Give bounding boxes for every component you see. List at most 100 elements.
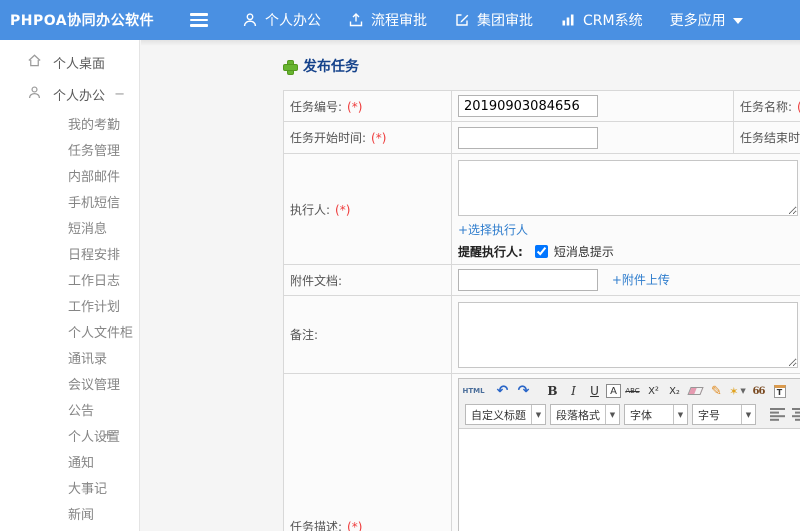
sidebar-item-label: 大事记 <box>68 481 108 497</box>
nav-group-approval[interactable]: 集团审批 <box>454 10 533 30</box>
subscript-button[interactable]: X₂ <box>665 382 684 400</box>
task-number-label-cell: 任务编号: (*) <box>283 90 452 122</box>
font-dialog-button[interactable]: A <box>606 384 621 398</box>
sidebar-item-short-message[interactable]: 短消息 <box>0 214 139 240</box>
eraser-icon <box>687 387 704 395</box>
select-label: 段落格式 <box>556 408 600 422</box>
sidebar-item-label: 通讯录 <box>68 351 108 367</box>
remove-format-button[interactable] <box>686 382 705 400</box>
paste-from-word-button[interactable]: T <box>770 382 789 400</box>
nav-personal-office[interactable]: 个人办公 <box>242 10 321 30</box>
sidebar-item-announcements[interactable]: 公告 <box>0 396 139 422</box>
undo-icon[interactable]: ↶ <box>493 382 512 400</box>
start-time-cell <box>451 121 734 154</box>
remark-label: 备注: <box>290 328 319 342</box>
user-icon <box>27 85 42 104</box>
sidebar-item-news[interactable]: 新闻 <box>0 500 139 526</box>
sidebar-item-personal-settings[interactable]: 个人设置 + <box>0 422 139 448</box>
executor-textarea[interactable] <box>458 160 798 216</box>
remark-textarea[interactable] <box>458 301 798 368</box>
font-family-select[interactable]: 字体 ▼ <box>624 404 688 425</box>
select-label: 字号 <box>698 408 720 422</box>
task-number-label: 任务编号: <box>290 99 343 114</box>
description-editor-cell: HTML ↶ ↷ B I U A ABC X² X₂ ✎ ✶ ▼ 66 T 自定… <box>451 373 800 531</box>
executor-cell: +选择执行人 提醒执行人: 短消息提示 <box>451 153 800 265</box>
description-label-cell: 任务描述: (*) <box>283 373 452 531</box>
strikethrough-button[interactable]: ABC <box>623 382 642 400</box>
nav-label: 集团审批 <box>477 13 533 29</box>
editor-toolbar: HTML ↶ ↷ B I U A ABC X² X₂ ✎ ✶ ▼ 66 T 自定… <box>459 379 800 429</box>
sms-remind-label: 短消息提示 <box>553 245 614 259</box>
caret-down-icon <box>732 18 743 24</box>
sidebar-item-work-plan[interactable]: 工作计划 <box>0 292 139 318</box>
sidebar-item-label: 工作计划 <box>68 299 121 315</box>
sidebar-item-internal-mail[interactable]: 内部邮件 <box>0 162 139 188</box>
redo-icon[interactable]: ↷ <box>514 382 533 400</box>
nav-label: 流程审批 <box>371 13 427 29</box>
required-mark: (*) <box>347 519 363 531</box>
format-brush-button[interactable]: ✎ <box>707 382 726 400</box>
sidebar-item-contacts[interactable]: 通讯录 <box>0 344 139 370</box>
sidebar-item-file-cabinet[interactable]: 个人文件柜 <box>0 318 139 344</box>
caret-down-icon: ▼ <box>531 405 545 424</box>
task-name-label-cell: 任务名称:(*) <box>733 90 800 122</box>
paragraph-format-select[interactable]: 段落格式 ▼ <box>550 404 620 425</box>
sms-remind-checkbox[interactable] <box>534 245 548 258</box>
attachment-upload-link[interactable]: +附件上传 <box>612 273 670 287</box>
underline-button[interactable]: U <box>585 382 604 400</box>
start-time-label: 任务开始时间: <box>290 131 367 145</box>
autoformat-button[interactable]: ✶ ▼ <box>728 382 747 400</box>
select-label: 字体 <box>630 408 652 422</box>
sidebar-item-label: 手机短信 <box>68 195 121 211</box>
required-mark: (*) <box>371 131 387 145</box>
bold-button[interactable]: B <box>543 382 562 400</box>
editor-content-area[interactable] <box>459 429 800 531</box>
sidebar-item-personal-office[interactable]: 个人办公 − <box>0 78 139 110</box>
html-source-button[interactable]: HTML <box>462 382 484 400</box>
attachment-input[interactable] <box>458 269 598 291</box>
nav-label: 更多应用 <box>669 13 726 29</box>
nav-crm-system[interactable]: CRM系统 <box>560 10 643 30</box>
alignment-group <box>770 408 800 421</box>
choose-executor-link[interactable]: +选择执行人 <box>458 223 528 237</box>
sidebar-item-label: 内部邮件 <box>68 169 121 185</box>
sidebar-item-work-log[interactable]: 工作日志 <box>0 266 139 292</box>
sidebar-item-label: 工作日志 <box>68 273 121 289</box>
user-icon <box>242 12 258 28</box>
expand-icon: + <box>102 427 113 443</box>
sidebar-item-phone-sms[interactable]: 手机短信 <box>0 188 139 214</box>
align-center-icon[interactable] <box>792 408 800 421</box>
menu-toggle-icon[interactable] <box>190 13 208 27</box>
caret-down-icon: ▼ <box>605 405 619 424</box>
superscript-button[interactable]: X² <box>644 382 663 400</box>
task-number-input[interactable] <box>458 95 598 117</box>
sidebar: 个人桌面 个人办公 − 我的考勤 任务管理 内部邮件 手机短信 短消息 日程安排… <box>0 40 140 531</box>
custom-title-select[interactable]: 自定义标题 ▼ <box>465 404 546 425</box>
align-left-icon[interactable] <box>770 408 785 421</box>
page-title-text: 发布任务 <box>303 59 359 75</box>
nav-label: 个人办公 <box>265 13 321 29</box>
blockquote-button[interactable]: 66 <box>749 382 768 400</box>
sidebar-item-events[interactable]: 大事记 <box>0 474 139 500</box>
italic-button[interactable]: I <box>564 382 583 400</box>
task-name-label: 任务名称: <box>740 99 793 114</box>
executor-label-cell: 执行人: (*) <box>283 153 452 265</box>
remark-label-cell: 备注: <box>283 295 452 374</box>
sidebar-item-meeting-management[interactable]: 会议管理 <box>0 370 139 396</box>
sidebar-item-schedule[interactable]: 日程安排 <box>0 240 139 266</box>
sidebar-item-label: 个人办公 <box>53 88 106 104</box>
nav-more-apps[interactable]: 更多应用 <box>670 10 743 30</box>
sidebar-item-task-management[interactable]: 任务管理 <box>0 136 139 162</box>
sidebar-item-notices[interactable]: 通知 <box>0 448 139 474</box>
rich-text-editor: HTML ↶ ↷ B I U A ABC X² X₂ ✎ ✶ ▼ 66 T 自定… <box>458 378 800 531</box>
start-time-input[interactable] <box>458 126 598 149</box>
sidebar-item-desktop[interactable]: 个人桌面 <box>0 46 139 78</box>
sidebar-item-attendance[interactable]: 我的考勤 <box>0 110 139 136</box>
app-logo[interactable]: PHPOA协同办公软件 <box>0 10 154 30</box>
collapse-icon: − <box>114 86 125 102</box>
font-size-select[interactable]: 字号 ▼ <box>692 404 756 425</box>
sidebar-item-label: 新闻 <box>68 507 95 523</box>
edit-icon <box>454 12 470 28</box>
sidebar-item-label: 我的考勤 <box>68 117 121 133</box>
nav-workflow-approval[interactable]: 流程审批 <box>348 10 427 30</box>
